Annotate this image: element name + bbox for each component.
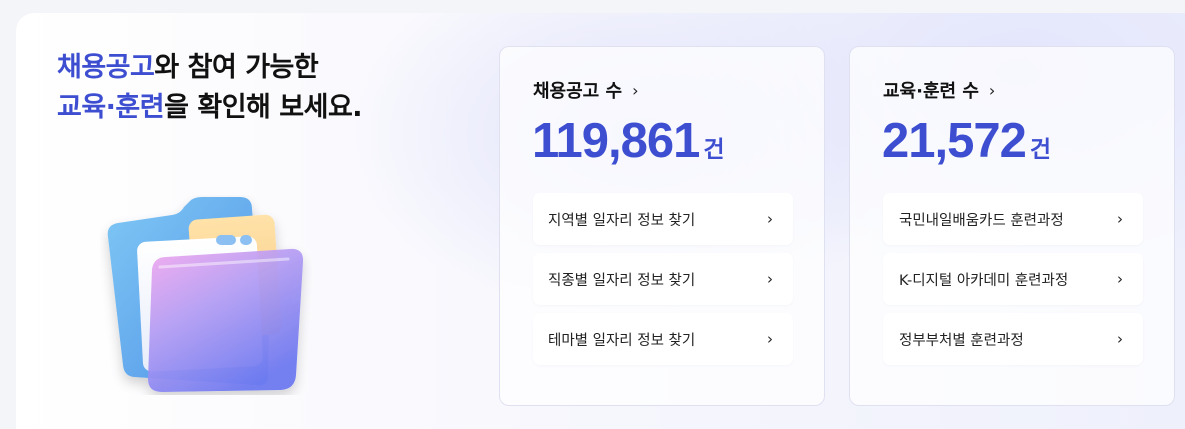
link-label: 직종별 일자리 정보 찾기 [548,272,696,289]
theme-job-search-link[interactable]: 테마별 일자리 정보 찾기 › [533,313,793,365]
chevron-right-icon: › [1117,270,1123,288]
job-postings-title: 채용공고 수 [533,81,623,102]
learning-card-course-link[interactable]: 국민내일배움카드 훈련과정 › [883,193,1143,245]
headline-highlight-edu: 교육·훈련 [57,92,165,123]
chevron-right-icon: › [767,330,773,348]
headline-text-2: 을 확인해 보세요. [164,92,363,123]
headline-text-1: 와 참여 가능한 [154,52,319,83]
chevron-right-icon: › [767,270,773,288]
headline-line-1: 채용공고와 참여 가능한 [57,48,362,88]
chevron-right-icon: › [767,210,773,228]
chevron-right-icon: › [632,80,639,100]
headline-line-2: 교육·훈련을 확인해 보세요. [57,88,363,128]
chevron-right-icon: › [988,80,996,100]
link-label: 정부부처별 훈련과정 [899,332,1024,349]
education-training-count: 21,572 건 [882,113,1051,169]
headline-highlight-jobs: 채용공고 [57,52,155,83]
chevron-right-icon: › [1117,330,1123,348]
education-training-title-link[interactable]: 교육·훈련 수 › [883,77,995,103]
chevron-right-icon: › [1117,210,1123,228]
region-job-search-link[interactable]: 지역별 일자리 정보 찾기 › [533,193,793,245]
job-postings-card: 채용공고 수 › 119,861 건 지역별 일자리 정보 찾기 › 직종별 일… [499,46,825,406]
job-postings-count: 119,861 건 [532,113,725,169]
headline: 채용공고와 참여 가능한 교육·훈련을 확인해 보세요. [57,48,363,128]
education-training-count-number: 21,572 [882,114,1027,168]
link-label: K-디지털 아카데미 훈련과정 [899,272,1069,289]
ministry-course-link[interactable]: 정부부처별 훈련과정 › [883,313,1143,365]
job-postings-count-unit: 건 [703,137,725,163]
folder-icon [107,197,304,392]
k-digital-academy-course-link[interactable]: K-디지털 아카데미 훈련과정 › [883,253,1143,305]
link-label: 국민내일배움카드 훈련과정 [899,212,1064,229]
job-postings-title-link[interactable]: 채용공고 수 › [533,77,638,103]
link-label: 테마별 일자리 정보 찾기 [548,332,696,349]
link-label: 지역별 일자리 정보 찾기 [548,212,696,229]
education-training-count-unit: 건 [1029,137,1052,163]
education-training-title: 교육·훈련 수 [883,81,979,102]
occupation-job-search-link[interactable]: 직종별 일자리 정보 찾기 › [533,253,793,305]
training-course-links: 국민내일배움카드 훈련과정 › K-디지털 아카데미 훈련과정 › 정부부처별 … [883,193,1143,373]
job-search-links: 지역별 일자리 정보 찾기 › 직종별 일자리 정보 찾기 › 테마별 일자리 … [533,193,793,373]
education-training-card: 교육·훈련 수 › 21,572 건 국민내일배움카드 훈련과정 › K-디지털… [849,46,1175,406]
job-postings-count-number: 119,861 [532,114,700,168]
